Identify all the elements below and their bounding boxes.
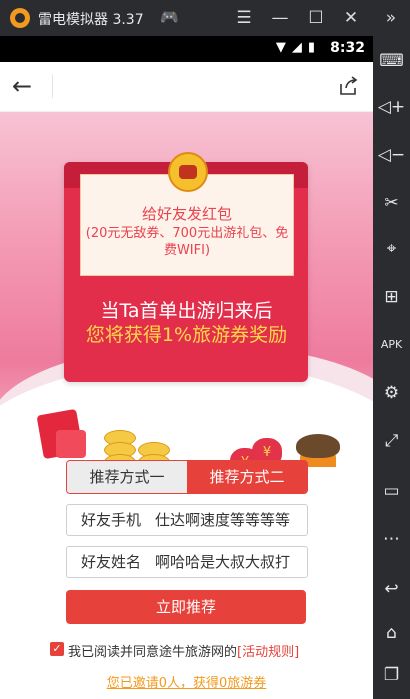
gamepad-icon[interactable]: 🎮 <box>160 8 179 26</box>
emulator-titlebar: 雷电模拟器 3.37 🎮 ☰ — ☐ ✕ » <box>0 0 410 36</box>
fullscreen-icon[interactable]: ⤢ <box>373 426 410 456</box>
home-icon[interactable]: ⌂ <box>373 618 410 648</box>
card-title: 给好友发红包 <box>141 205 232 223</box>
agreement-label: 我已阅读并同意途牛旅游网的 <box>68 645 238 660</box>
maximize-icon[interactable]: ☐ <box>304 6 328 30</box>
settings-icon[interactable]: ⚙ <box>373 378 410 408</box>
agreement-row: ✓ 我已阅读并同意途牛旅游网的[活动规则] <box>50 640 350 660</box>
emulator-title: 雷电模拟器 3.37 <box>38 12 144 28</box>
banner-reward: 您将获得1%旅游券奖励 <box>85 324 288 346</box>
collapse-icon[interactable]: » <box>379 6 403 30</box>
friend-name-field[interactable]: 好友姓名 啊哈哈是大叔大叔打 <box>66 546 308 578</box>
friend-name-label: 好友姓名 <box>81 553 142 571</box>
close-icon[interactable]: ✕ <box>339 6 363 30</box>
signal-icon: ◢ <box>291 40 308 55</box>
battery-icon: ▮ <box>307 40 321 55</box>
back-icon[interactable]: ↩ <box>373 574 410 604</box>
promo-banner: 给好友发红包 (20元无敌券、700元出游礼包、免费WIFI) 当Ta首单出游归… <box>0 112 373 467</box>
status-icons: ▼◢▮ <box>276 40 321 55</box>
add-window-icon[interactable]: ⊞ <box>373 282 410 312</box>
apk-icon[interactable]: APK <box>373 330 410 360</box>
tab-method-one[interactable]: 推荐方式一 <box>67 461 187 493</box>
scissors-icon[interactable]: ✂ <box>373 188 410 218</box>
screen-icon[interactable]: ▭ <box>373 476 410 506</box>
android-status-bar: ▼◢▮ 8:32 <box>0 36 373 62</box>
wifi-icon: ▼ <box>275 40 292 55</box>
app-screen: ← 给好友发红包 (20元无敌券、700元出游礼包、免费WIFI) 当Ta首单出… <box>0 62 373 699</box>
recent-apps-icon[interactable]: ❐ <box>373 660 410 690</box>
friend-phone-label: 好友手机 <box>81 511 142 529</box>
volume-up-icon[interactable]: ◁+ <box>373 92 410 122</box>
emulator-logo <box>10 8 30 28</box>
status-time: 8:32 <box>330 40 365 56</box>
share-icon[interactable] <box>339 76 359 96</box>
card-detail: (20元无敌券、700元出游礼包、免费WIFI) <box>85 226 289 258</box>
more-icon[interactable]: ⋯ <box>373 524 410 554</box>
activity-rules-link[interactable]: [活动规则] <box>237 645 299 660</box>
friend-name-input[interactable]: 啊哈哈是大叔大叔打 <box>155 547 301 577</box>
invite-status-link[interactable]: 您已邀请0人，获得0旅游券 <box>0 672 373 691</box>
cow-badge-icon <box>168 152 208 192</box>
banner-headline: 当Ta首单出游归来后 <box>100 300 273 322</box>
recommend-now-button[interactable]: 立即推荐 <box>66 590 306 624</box>
tab-method-two[interactable]: 推荐方式二 <box>187 461 307 493</box>
recommend-tabs: 推荐方式一 推荐方式二 <box>66 460 308 494</box>
menu-icon[interactable]: ☰ <box>232 6 256 30</box>
friend-phone-field[interactable]: 好友手机 仕达啊速度等等等等 <box>66 504 308 536</box>
nav-divider <box>52 74 53 98</box>
keyboard-icon[interactable]: ⌨ <box>373 46 410 76</box>
agreement-text: 我已阅读并同意途牛旅游网的[活动规则] <box>68 641 299 660</box>
volume-down-icon[interactable]: ◁− <box>373 140 410 170</box>
minimize-icon[interactable]: — <box>268 6 292 30</box>
friend-phone-input[interactable]: 仕达啊速度等等等等 <box>155 505 301 535</box>
back-arrow-icon[interactable]: ← <box>12 72 42 100</box>
agree-checkbox[interactable]: ✓ <box>50 642 64 656</box>
emulator-sidebar: ⌨ ◁+ ◁− ✂ ⌖ ⊞ APK ⚙ ⤢ ▭ ⋯ ↩ ⌂ ❐ <box>373 36 410 699</box>
red-packet-icon <box>56 430 86 458</box>
location-icon[interactable]: ⌖ <box>373 234 410 264</box>
nav-bar: ← <box>0 62 373 112</box>
